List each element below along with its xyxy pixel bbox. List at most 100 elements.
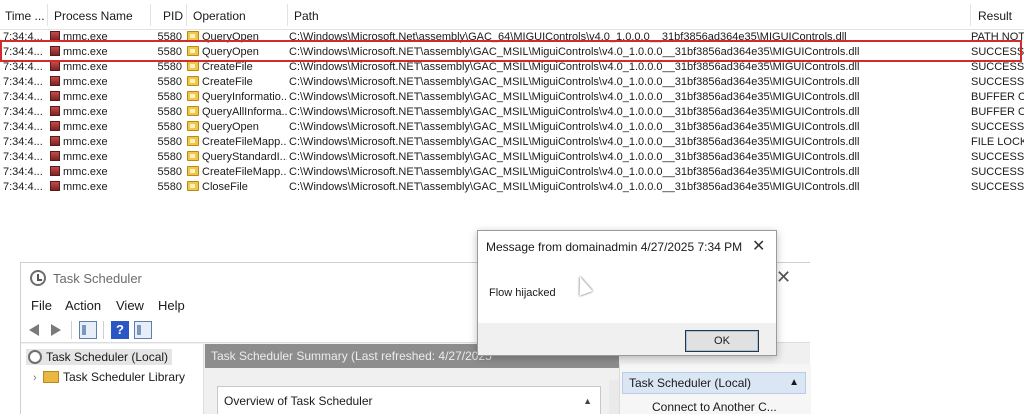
menu-help[interactable]: Help xyxy=(158,298,185,313)
cell-time: 7:34:4... xyxy=(3,75,47,90)
cell-operation-text: QueryOpen xyxy=(202,121,259,133)
show-hide-console-tree-icon[interactable] xyxy=(79,321,97,339)
cell-process-name-text: mmc.exe xyxy=(63,151,108,163)
menu-action[interactable]: Action xyxy=(65,298,101,313)
tree-item-task-scheduler-library[interactable]: › Task Scheduler Library xyxy=(33,370,185,384)
cell-result: SUCCESS xyxy=(971,180,1024,195)
cell-result-text: SUCCESS xyxy=(971,76,1024,88)
cell-process-name: mmc.exe xyxy=(50,120,150,135)
cell-pid-text: 5580 xyxy=(157,61,182,73)
file-operation-icon xyxy=(187,76,199,86)
cell-path-text: C:\Windows\Microsoft.NET\assembly\GAC_MS… xyxy=(289,181,860,193)
mmc-process-icon xyxy=(50,61,60,71)
cell-time: 7:34:4... xyxy=(3,150,47,165)
table-row[interactable]: 7:34:4... mmc.exe 5580 CreateFile C:\Windows… xyxy=(0,60,1024,75)
chevron-right-icon[interactable]: › xyxy=(33,372,43,384)
table-row[interactable]: 7:34:4... mmc.exe 5580 QueryOpen C:\Windows\… xyxy=(0,120,1024,135)
dialog-close-icon[interactable]: ✕ xyxy=(752,236,765,256)
cell-process-name-text: mmc.exe xyxy=(63,121,108,133)
cell-operation: QueryInformatio... xyxy=(187,90,287,105)
collapse-triangle-icon[interactable]: ▲ xyxy=(583,387,592,414)
mmc-process-icon xyxy=(50,181,60,191)
cell-result: BUFFER O... xyxy=(971,105,1024,120)
cell-process-name-text: mmc.exe xyxy=(63,61,108,73)
table-row[interactable]: 7:34:4... mmc.exe 5580 CloseFile C:\Windows\… xyxy=(0,180,1024,195)
cell-pid: 5580 xyxy=(150,90,182,105)
cell-pid-text: 5580 xyxy=(157,106,182,118)
dialog-message: Flow hijacked xyxy=(489,287,556,299)
message-dialog: Message from domainadmin 4/27/2025 7:34 … xyxy=(477,230,777,356)
cell-result-text: SUCCESS xyxy=(971,181,1024,193)
console-tree: Task Scheduler (Local) › Task Scheduler L… xyxy=(21,344,204,414)
cell-operation-text: CreateFile xyxy=(202,76,253,88)
cell-time-text: 7:34:4... xyxy=(3,166,43,178)
cell-pid-text: 5580 xyxy=(157,91,182,103)
column-header-operation[interactable]: Operation xyxy=(193,9,246,23)
cell-path-text: C:\Windows\Microsoft.NET\assembly\GAC_MS… xyxy=(289,106,860,118)
cell-operation: CreateFile xyxy=(187,75,287,90)
mmc-process-icon xyxy=(50,136,60,146)
cell-path-text: C:\Windows\Microsoft.NET\assembly\GAC_MS… xyxy=(289,166,860,178)
cell-result: SUCCESS xyxy=(971,75,1024,90)
table-row[interactable]: 7:34:4... mmc.exe 5580 QueryAllInforma... C:… xyxy=(0,105,1024,120)
cell-result: SUCCESS xyxy=(971,150,1024,165)
highlighted-row-outline xyxy=(0,40,1022,62)
cell-operation-text: CreateFileMapp... xyxy=(202,166,287,178)
overview-section-header[interactable]: Overview of Task Scheduler ▲ xyxy=(217,386,601,414)
show-hide-action-pane-icon[interactable] xyxy=(134,321,152,339)
collapse-up-icon[interactable]: ▲ xyxy=(789,373,799,393)
clock-icon xyxy=(28,350,42,364)
cell-path: C:\Windows\Microsoft.NET\assembly\GAC_MS… xyxy=(289,90,969,105)
cell-pid: 5580 xyxy=(150,75,182,90)
file-operation-icon xyxy=(187,106,199,116)
forward-arrow-icon[interactable] xyxy=(47,321,65,339)
mmc-process-icon xyxy=(50,151,60,161)
help-icon[interactable]: ? xyxy=(111,321,129,339)
action-connect-to-another-computer[interactable]: Connect to Another C... xyxy=(652,400,777,414)
cell-pid: 5580 xyxy=(150,150,182,165)
back-arrow-icon[interactable] xyxy=(27,321,45,339)
menu-view[interactable]: View xyxy=(116,298,144,313)
table-row[interactable]: 7:34:4... mmc.exe 5580 CreateFile C:\Windows… xyxy=(0,75,1024,90)
cell-path: C:\Windows\Microsoft.NET\assembly\GAC_MS… xyxy=(289,180,969,195)
cell-path: C:\Windows\Microsoft.NET\assembly\GAC_MS… xyxy=(289,135,969,150)
column-header-result[interactable]: Result xyxy=(978,9,1012,23)
cell-time: 7:34:4... xyxy=(3,60,47,75)
cell-process-name: mmc.exe xyxy=(50,135,150,150)
cell-time: 7:34:4... xyxy=(3,90,47,105)
tree-item-task-scheduler-local[interactable]: Task Scheduler (Local) xyxy=(26,349,173,365)
cell-pid: 5580 xyxy=(150,165,182,180)
dialog-body: Flow hijacked xyxy=(478,261,776,323)
table-row[interactable]: 7:34:4... mmc.exe 5580 CreateFileMapp... C:\… xyxy=(0,135,1024,150)
cell-pid: 5580 xyxy=(150,135,182,150)
column-header-process-name[interactable]: Process Name xyxy=(54,9,133,23)
column-header-pid[interactable]: PID xyxy=(163,9,183,23)
column-header-path[interactable]: Path xyxy=(294,9,319,23)
ok-button[interactable]: OK xyxy=(685,330,759,352)
cell-pid-text: 5580 xyxy=(157,121,182,133)
table-row[interactable]: 7:34:4... mmc.exe 5580 QueryInformatio... C:… xyxy=(0,90,1024,105)
mouse-cursor-icon xyxy=(573,274,593,296)
cell-result-text: SUCCESS xyxy=(971,61,1024,73)
cell-path: C:\Windows\Microsoft.NET\assembly\GAC_MS… xyxy=(289,165,969,180)
table-row[interactable]: 7:34:4... mmc.exe 5580 QueryStandardI... C:\… xyxy=(0,150,1024,165)
cell-operation: QueryStandardI... xyxy=(187,150,287,165)
cell-operation: CloseFile xyxy=(187,180,287,195)
cell-result: SUCCESS xyxy=(971,165,1024,180)
close-icon[interactable]: ✕ xyxy=(776,267,791,288)
cell-path: C:\Windows\Microsoft.NET\assembly\GAC_MS… xyxy=(289,120,969,135)
actions-header[interactable]: Task Scheduler (Local) ▲ xyxy=(622,372,806,394)
column-header-time[interactable]: Time ... xyxy=(5,9,45,23)
cell-time: 7:34:4... xyxy=(3,120,47,135)
cell-path-text: C:\Windows\Microsoft.NET\assembly\GAC_MS… xyxy=(289,136,860,148)
mmc-process-icon xyxy=(50,91,60,101)
procmon-event-table: Time ... Process Name PID Operation Path… xyxy=(0,0,1024,200)
menu-file[interactable]: File xyxy=(31,298,52,313)
cell-process-name: mmc.exe xyxy=(50,150,150,165)
table-header: Time ... Process Name PID Operation Path… xyxy=(0,0,1024,30)
cell-operation: CreateFileMapp... xyxy=(187,135,287,150)
table-row[interactable]: 7:34:4... mmc.exe 5580 CreateFileMapp... C:\… xyxy=(0,165,1024,180)
cell-result-text: BUFFER O... xyxy=(971,106,1024,118)
cell-path: C:\Windows\Microsoft.NET\assembly\GAC_MS… xyxy=(289,105,969,120)
file-operation-icon xyxy=(187,121,199,131)
